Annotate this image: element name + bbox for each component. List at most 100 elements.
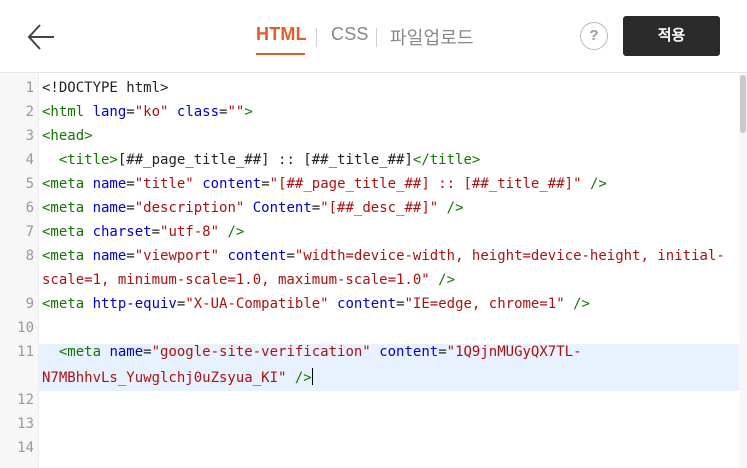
code-token: <html bbox=[42, 104, 93, 120]
code-token: /> bbox=[227, 224, 245, 240]
scrollbar-thumb[interactable] bbox=[740, 75, 746, 133]
code-token: "title" bbox=[134, 176, 194, 192]
line-number: 5 bbox=[25, 176, 34, 192]
code-token: = bbox=[396, 296, 405, 312]
code-token: lang bbox=[92, 104, 127, 120]
code-editor[interactable]: 1 <!DOCTYPE html> 2 <html lang="ko" class="… bbox=[0, 73, 747, 468]
code-token: </title> bbox=[412, 152, 481, 168]
tab-file-upload[interactable]: 파일업로드 bbox=[390, 24, 474, 50]
line-number: 9 bbox=[25, 296, 34, 312]
line-number: 4 bbox=[25, 152, 34, 168]
code-token: <meta bbox=[42, 248, 93, 264]
line-number: 8 bbox=[25, 248, 34, 264]
code-line[interactable]: <meta name="description" Content="[##_de… bbox=[42, 200, 742, 216]
code-token: <title> bbox=[58, 152, 118, 168]
tab-css[interactable]: CSS bbox=[331, 24, 369, 45]
code-token: <meta bbox=[42, 296, 93, 312]
code-token: charset bbox=[92, 224, 152, 240]
code-token: = bbox=[438, 344, 447, 360]
code-line[interactable]: N7MBhhvLs_Yuwglchj0uZsyua_KI" /> bbox=[42, 368, 742, 386]
code-token: content bbox=[337, 296, 397, 312]
code-token: "[##_desc_##]" bbox=[320, 200, 439, 216]
code-line[interactable]: <meta http-equiv = "X-UA-Compatible" conte… bbox=[42, 296, 742, 312]
code-token: = bbox=[311, 200, 321, 216]
code-token: content bbox=[202, 176, 262, 192]
text-cursor bbox=[311, 368, 313, 385]
code-token: "" bbox=[227, 104, 245, 120]
code-token: = bbox=[143, 344, 152, 360]
code-token: name bbox=[92, 176, 127, 192]
code-token: "1Q9jnMUGyQX7TL- bbox=[446, 344, 582, 360]
help-button[interactable]: ? bbox=[580, 22, 608, 50]
apply-button[interactable]: 적용 bbox=[623, 16, 720, 56]
code-token: N7MBhhvLs_Yuwglchj0uZsyua_KI" bbox=[42, 370, 287, 386]
code-token: /> bbox=[438, 272, 456, 288]
code-token: content bbox=[227, 248, 287, 264]
tab-divider bbox=[376, 28, 377, 47]
code-token: /> bbox=[573, 296, 590, 312]
code-token: "utf-8" bbox=[160, 224, 220, 240]
code-token: <!DOCTYPE html> bbox=[42, 80, 169, 96]
line-number: 14 bbox=[17, 440, 34, 456]
code-token: = bbox=[126, 176, 135, 192]
code-line[interactable]: <meta charset="utf-8" /> bbox=[42, 224, 742, 240]
code-token: http-equiv bbox=[92, 296, 177, 312]
code-token: /> bbox=[294, 370, 312, 386]
code-token: <meta bbox=[42, 224, 93, 240]
code-token: "description" bbox=[134, 200, 245, 216]
code-token: "X-UA-Compatible" bbox=[185, 296, 329, 312]
code-token: <meta bbox=[42, 176, 93, 192]
code-line[interactable]: <title>[##_page_title_##] :: [##_title_#… bbox=[42, 152, 742, 168]
code-token: = bbox=[126, 104, 135, 120]
code-token: "viewport" bbox=[134, 248, 220, 264]
code-token: "IE=edge, chrome=1" bbox=[404, 296, 565, 312]
code-token: [##_page_title_##] :: [##_title_##] bbox=[117, 152, 413, 168]
line-number: 11 bbox=[17, 344, 34, 360]
line-number: 6 bbox=[25, 200, 34, 216]
line-number: 12 bbox=[17, 392, 34, 408]
tab-divider bbox=[316, 28, 317, 47]
code-token: = bbox=[286, 248, 295, 264]
code-line[interactable]: <meta name="title" content="[##_page_tit… bbox=[42, 176, 742, 192]
code-token: <meta bbox=[42, 200, 93, 216]
code-line[interactable]: <!DOCTYPE html> bbox=[42, 80, 742, 96]
line-number: 3 bbox=[25, 128, 34, 144]
code-token: /> bbox=[446, 200, 464, 216]
line-number: 13 bbox=[17, 416, 34, 432]
code-line[interactable]: <meta name="viewport" content="width=dev… bbox=[42, 248, 742, 264]
code-token: scale=1, minimum-scale=1.0, maximum-scal… bbox=[42, 272, 430, 288]
code-line[interactable]: scale=1, minimum-scale=1.0, maximum-scal… bbox=[42, 272, 742, 288]
code-token: = bbox=[261, 176, 270, 192]
code-line[interactable]: <meta name="google-site-verification" co… bbox=[42, 344, 742, 360]
code-token: <head> bbox=[42, 128, 93, 144]
code-token: content bbox=[379, 344, 439, 360]
code-token: <meta bbox=[58, 344, 110, 360]
code-token: "[##_page_title_##] :: [##_title_##]" bbox=[269, 176, 582, 192]
code-token: "google-site-verification" bbox=[151, 344, 371, 360]
code-token: "ko" bbox=[134, 104, 169, 120]
tab-html[interactable]: HTML bbox=[256, 24, 307, 45]
line-number: 2 bbox=[25, 104, 34, 120]
code-token: "width=device-width, height=device-heigh… bbox=[294, 248, 725, 264]
code-token: class bbox=[176, 104, 220, 120]
code-token: name bbox=[92, 248, 127, 264]
code-token: = bbox=[126, 200, 135, 216]
code-token: > bbox=[244, 104, 253, 120]
code-token: /> bbox=[589, 176, 607, 192]
code-line[interactable]: <html lang="ko" class=""> bbox=[42, 104, 742, 120]
code-line[interactable]: <head> bbox=[42, 128, 742, 144]
code-token: = bbox=[151, 224, 161, 240]
line-number: 10 bbox=[17, 320, 34, 336]
line-number: 1 bbox=[25, 80, 34, 96]
editor-header: HTML CSS 파일업로드 ? 적용 bbox=[0, 0, 747, 73]
